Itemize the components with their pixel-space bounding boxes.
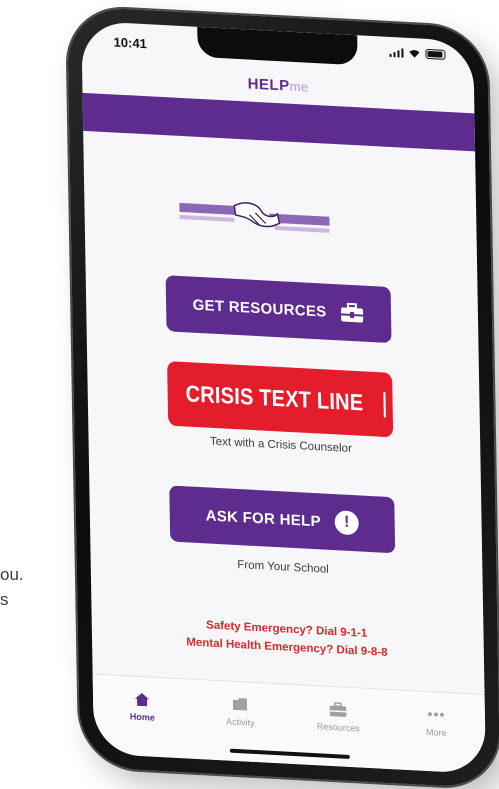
tab-resources-label: Resources (316, 721, 360, 734)
tab-bar: Home Activity Resources More (92, 673, 486, 775)
handshake-icon (179, 202, 330, 233)
battery-icon (425, 48, 446, 60)
wifi-icon (409, 49, 420, 58)
phone-notch (197, 26, 358, 66)
tab-activity-label: Activity (225, 716, 255, 728)
home-icon (134, 691, 150, 708)
crisis-text-line-label: CRISIS TEXT LINE (185, 381, 364, 416)
toolbox-icon (329, 701, 347, 718)
cursor-bar (383, 391, 386, 418)
signal-icon (389, 47, 404, 58)
phone-mockup: 10:41 HELPme GET RESOURCES CRISIS TEXT L… (45, 0, 499, 789)
tab-more-label: More (425, 726, 447, 739)
logo-main-text: HELP (247, 75, 290, 95)
get-resources-label: GET RESOURCES (192, 296, 327, 321)
background-text-line-2: s (0, 590, 9, 609)
background-text-line-1: ou. (0, 565, 24, 584)
tab-home-label: Home (129, 711, 155, 723)
app-logo: HELPme (247, 75, 308, 95)
ask-for-help-button[interactable]: ASK FOR HELP ! (169, 485, 396, 554)
header-band (82, 92, 476, 152)
school-caption: From Your School (237, 559, 329, 576)
toolbox-icon (341, 302, 364, 323)
crisis-text-line-button[interactable]: CRISIS TEXT LINE (167, 361, 394, 438)
more-dots-icon (427, 706, 445, 723)
ask-for-help-label: ASK FOR HELP (205, 506, 322, 530)
status-time: 10:41 (113, 34, 147, 52)
crisis-caption: Text with a Crisis Counselor (209, 435, 352, 456)
get-resources-button[interactable]: GET RESOURCES (165, 275, 392, 344)
folder-icon (232, 696, 248, 713)
exclamation-icon: ! (334, 510, 360, 536)
app-screen: 10:41 HELPme GET RESOURCES CRISIS TEXT L… (81, 20, 486, 775)
tab-more[interactable]: More (401, 705, 472, 774)
phone-frame: 10:41 HELPme GET RESOURCES CRISIS TEXT L… (67, 6, 499, 789)
tab-home[interactable]: Home (107, 689, 178, 758)
status-icons (389, 47, 446, 60)
logo-sub-text: me (289, 78, 309, 95)
